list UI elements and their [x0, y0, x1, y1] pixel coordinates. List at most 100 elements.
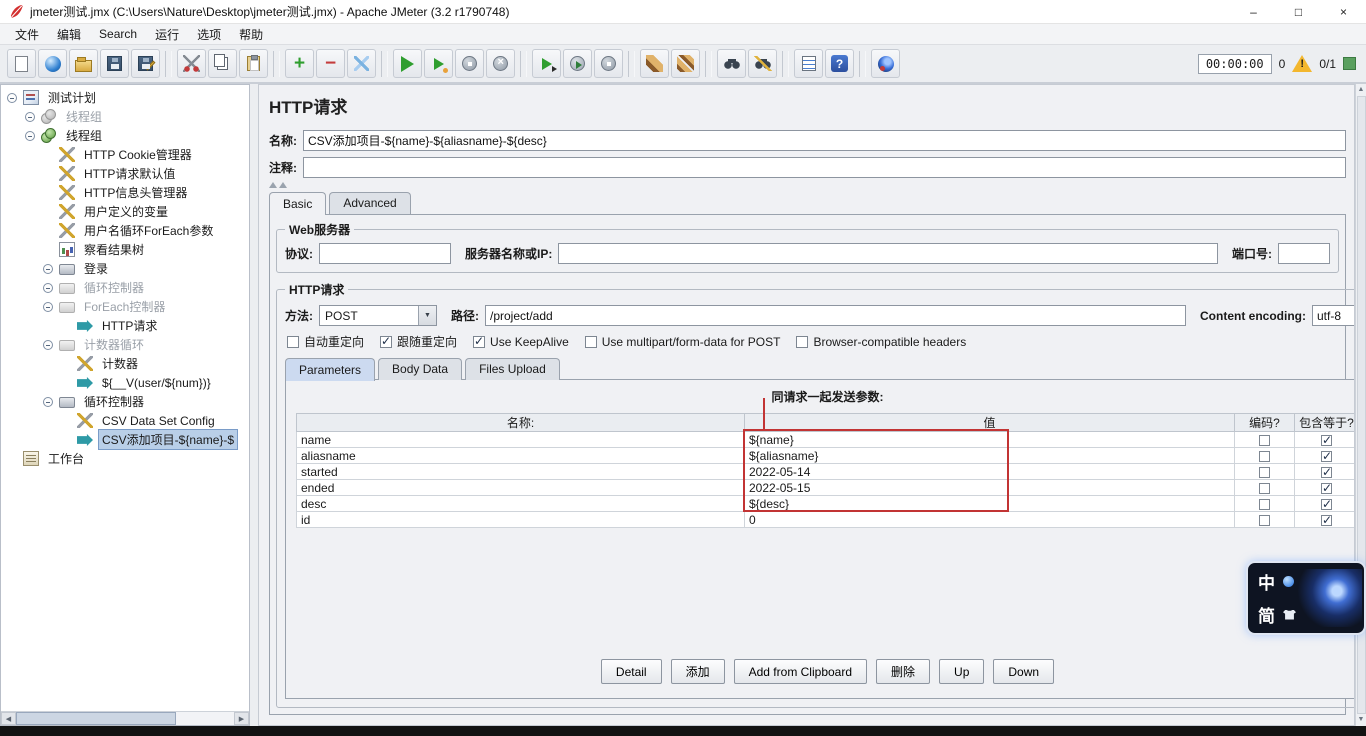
search-reset-button[interactable]: [748, 49, 777, 78]
tree-collapse-icon[interactable]: [7, 92, 17, 103]
paste-button[interactable]: [239, 49, 268, 78]
scroll-down-icon[interactable]: ▼: [1358, 714, 1365, 726]
param-name-cell[interactable]: started: [296, 463, 745, 480]
search-button[interactable]: [717, 49, 746, 78]
new-file-button[interactable]: [7, 49, 36, 78]
detail-button[interactable]: Detail: [600, 659, 662, 684]
param-value-cell[interactable]: ${name}: [744, 431, 1235, 448]
tree-collapse-icon[interactable]: [43, 301, 53, 312]
add-element-button[interactable]: [285, 49, 314, 78]
param-row[interactable]: name ${name}: [296, 431, 1354, 448]
column-header-encode[interactable]: 编码?: [1234, 413, 1295, 432]
menu-file[interactable]: 文件: [6, 24, 48, 45]
scroll-up-icon[interactable]: ▲: [1358, 84, 1365, 96]
remote-stop-button[interactable]: [594, 49, 623, 78]
ime-language[interactable]: 中: [1258, 569, 1275, 594]
param-row[interactable]: desc ${desc}: [296, 495, 1354, 512]
checkbox-follow-redirects[interactable]: 跟随重定向: [380, 333, 457, 350]
about-button[interactable]: [871, 49, 900, 78]
name-input[interactable]: [303, 130, 1346, 151]
ime-panel[interactable]: 中 简: [1246, 561, 1366, 635]
checkbox-auto-redirect[interactable]: 自动重定向: [287, 333, 364, 350]
param-name-cell[interactable]: aliasname: [296, 447, 745, 464]
ime-mode-icon[interactable]: [1283, 576, 1294, 587]
encode-checkbox[interactable]: [1259, 466, 1270, 478]
checkbox-use-keepalive[interactable]: Use KeepAlive: [473, 334, 569, 349]
include-equals-checkbox[interactable]: [1321, 433, 1332, 447]
tree-item-test-plan[interactable]: 测试计划: [1, 88, 249, 107]
param-name-cell[interactable]: name: [296, 431, 745, 448]
tab-parameters[interactable]: Parameters: [285, 358, 376, 381]
param-row[interactable]: id 0: [296, 511, 1354, 528]
tree-collapse-icon[interactable]: [43, 339, 53, 350]
stop-button[interactable]: [455, 49, 484, 78]
tree-collapse-icon[interactable]: [25, 111, 35, 122]
clear-all-button[interactable]: [671, 49, 700, 78]
checkbox-multipart[interactable]: Use multipart/form-data for POST: [584, 335, 780, 349]
tree-item-loop-controller-disabled[interactable]: 循环控制器: [1, 278, 249, 297]
param-value-cell[interactable]: ${aliasname}: [744, 447, 1235, 464]
include-equals-checkbox[interactable]: [1321, 465, 1332, 479]
scroll-left-icon[interactable]: ◀: [1, 712, 16, 725]
open-button[interactable]: [69, 49, 98, 78]
tab-body-data[interactable]: Body Data: [378, 358, 463, 380]
templates-button[interactable]: [38, 49, 67, 78]
tree-item-http-header-manager[interactable]: HTTP信息头管理器: [1, 183, 249, 202]
param-name-cell[interactable]: id: [296, 511, 745, 528]
comment-input[interactable]: [303, 157, 1346, 178]
tree-item-foreach-params[interactable]: 用户名循环ForEach参数: [1, 221, 249, 240]
copy-button[interactable]: [208, 49, 237, 78]
scroll-right-icon[interactable]: ▶: [234, 712, 249, 725]
delete-button[interactable]: 删除: [876, 659, 931, 684]
tree-item-user-defined-variables[interactable]: 用户定义的变量: [1, 202, 249, 221]
tree-item-counter-loop[interactable]: 计数器循环: [1, 335, 249, 354]
tree-collapse-icon[interactable]: [43, 396, 53, 407]
menu-help[interactable]: 帮助: [230, 24, 272, 45]
path-input[interactable]: [485, 305, 1187, 326]
include-equals-checkbox[interactable]: [1321, 449, 1332, 463]
help-button[interactable]: [825, 49, 854, 78]
save-as-button[interactable]: [131, 49, 160, 78]
tree-item-csv-add-project[interactable]: CSV添加项目-${name}-$: [1, 429, 249, 450]
ime-simplified[interactable]: 简: [1258, 602, 1275, 627]
start-no-timers-button[interactable]: [424, 49, 453, 78]
encode-checkbox[interactable]: [1259, 514, 1270, 526]
scrollbar-thumb[interactable]: [16, 712, 176, 725]
param-row[interactable]: started 2022-05-14: [296, 463, 1354, 480]
param-value-cell[interactable]: 2022-05-14: [744, 463, 1235, 480]
content-encoding-input[interactable]: [1312, 305, 1354, 326]
ime-skin-icon[interactable]: [1283, 609, 1296, 620]
tree-item-csv-data-set-config[interactable]: CSV Data Set Config: [1, 411, 249, 430]
param-value-cell[interactable]: ${desc}: [744, 495, 1235, 512]
scrollbar-track[interactable]: [16, 712, 234, 725]
remote-start-all-button[interactable]: [563, 49, 592, 78]
server-input[interactable]: [558, 243, 1218, 264]
method-select[interactable]: POST ▼: [319, 305, 437, 326]
maximize-button[interactable]: □: [1276, 0, 1321, 24]
encode-checkbox[interactable]: [1259, 482, 1270, 494]
tree-item-http-request-sampler[interactable]: HTTP请求: [1, 316, 249, 335]
start-button[interactable]: [393, 49, 422, 78]
splitter-collapse-buttons[interactable]: [269, 182, 1348, 190]
include-equals-checkbox[interactable]: [1321, 481, 1332, 495]
include-equals-checkbox[interactable]: [1321, 513, 1332, 527]
cut-button[interactable]: [177, 49, 206, 78]
tree-item-login-controller[interactable]: 登录: [1, 259, 249, 278]
encode-checkbox[interactable]: [1259, 434, 1270, 446]
column-header-include-equals[interactable]: 包含等于?: [1294, 413, 1354, 432]
remote-start-button[interactable]: [532, 49, 561, 78]
add-from-clipboard-button[interactable]: Add from Clipboard: [733, 659, 868, 684]
tree-item-thread-group[interactable]: 线程组: [1, 126, 249, 145]
param-name-cell[interactable]: ended: [296, 479, 745, 496]
function-helper-button[interactable]: [794, 49, 823, 78]
column-header-value[interactable]: 值: [744, 413, 1235, 432]
down-button[interactable]: Down: [993, 659, 1055, 684]
tree-item-http-cookie-manager[interactable]: HTTP Cookie管理器: [1, 145, 249, 164]
tree-collapse-icon[interactable]: [43, 263, 53, 274]
remove-element-button[interactable]: [316, 49, 345, 78]
toggle-button[interactable]: [347, 49, 376, 78]
menu-edit[interactable]: 编辑: [48, 24, 90, 45]
shutdown-button[interactable]: [486, 49, 515, 78]
checkbox-browser-headers[interactable]: Browser-compatible headers: [796, 335, 966, 349]
menu-options[interactable]: 选项: [188, 24, 230, 45]
